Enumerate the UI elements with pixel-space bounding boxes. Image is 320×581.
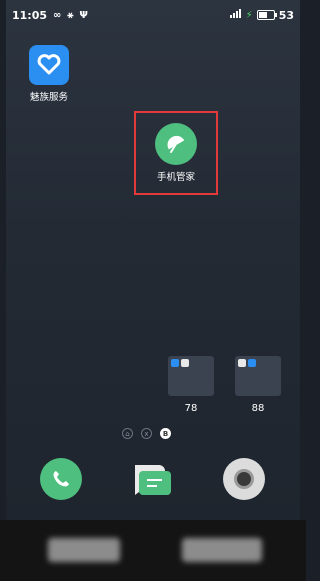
- folder-1[interactable]: [168, 356, 214, 396]
- battery-level: 53: [278, 8, 294, 22]
- mini-app-icon: [248, 359, 256, 367]
- home-screen: 11:05 ∞ ⚹ Ψ ⚡ 53 魅族服务 手机管家 78 88 ⌂ x B: [6, 0, 300, 520]
- infinity-icon: ∞: [53, 9, 62, 21]
- signal-icon: [229, 9, 242, 21]
- charging-icon: ⚡: [245, 9, 253, 21]
- clock: 11:05: [12, 8, 48, 22]
- message-icon[interactable]: [129, 457, 173, 501]
- status-left: 11:05 ∞ ⚹ Ψ: [6, 9, 88, 22]
- folder-2-count: 88: [251, 403, 265, 414]
- camera-icon[interactable]: [223, 458, 265, 500]
- status-right: ⚡ 53: [229, 8, 300, 22]
- page-dot-x[interactable]: x: [141, 428, 152, 439]
- folder-1-count: 78: [184, 403, 198, 414]
- mini-app-icon: [171, 359, 179, 367]
- page-indicator: ⌂ x B: [122, 428, 171, 439]
- mini-app-icon: [238, 359, 246, 367]
- blurred-region: [182, 538, 262, 562]
- battery-icon: [256, 10, 277, 20]
- heart-shield-icon: [29, 45, 69, 85]
- camera-lens: [234, 469, 254, 489]
- folder-2[interactable]: [235, 356, 281, 396]
- page-dot-home[interactable]: ⌂: [122, 428, 133, 439]
- blurred-region: [48, 538, 120, 562]
- phone-icon[interactable]: [40, 458, 82, 500]
- highlight-box: [134, 111, 218, 195]
- usb-icon: Ψ: [79, 9, 88, 21]
- page-dot-active[interactable]: B: [160, 428, 171, 439]
- mini-app-icon: [181, 359, 189, 367]
- app-meizu-service[interactable]: 魅族服务: [9, 45, 89, 103]
- status-bar: 11:05 ∞ ⚹ Ψ ⚡ 53: [6, 0, 300, 30]
- app-label: 魅族服务: [29, 92, 68, 103]
- usb-network-icon: ⚹: [67, 9, 74, 21]
